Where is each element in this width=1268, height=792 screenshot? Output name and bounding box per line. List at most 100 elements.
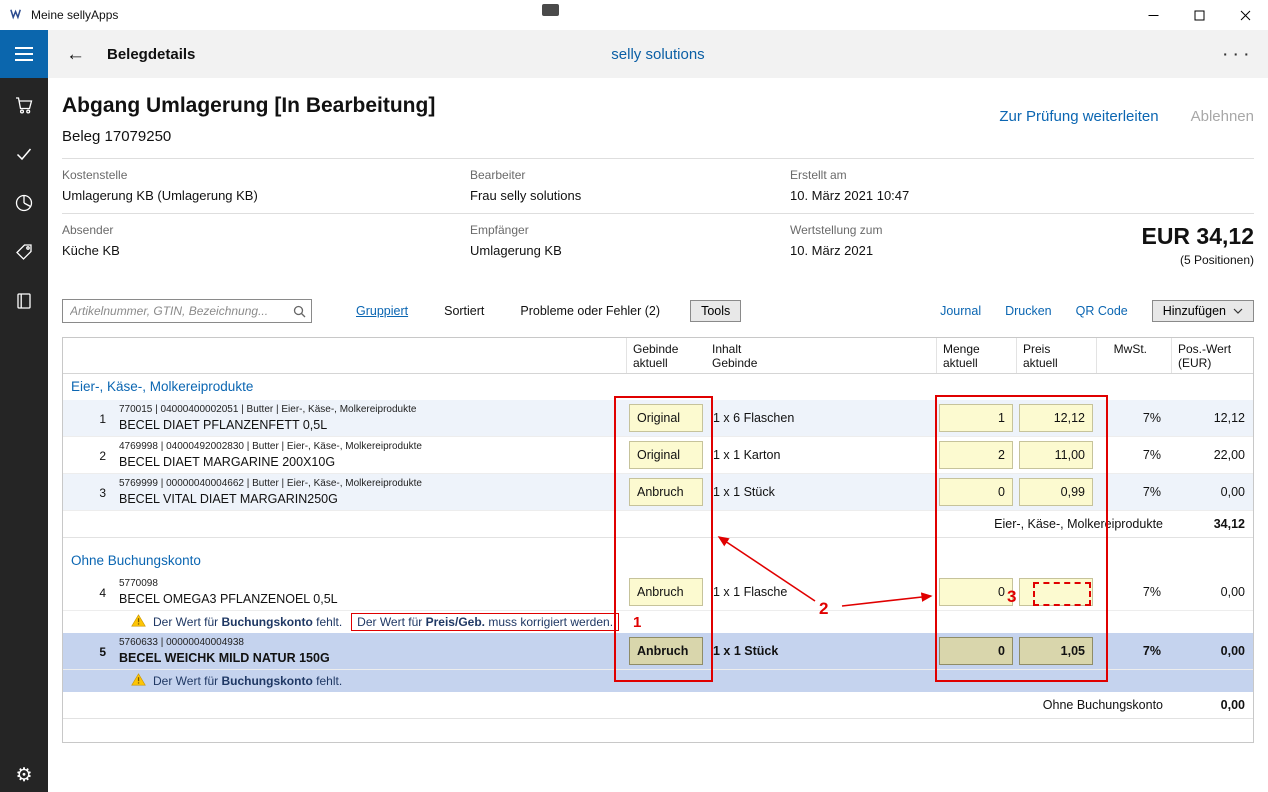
preis-cell: 1,05 bbox=[1016, 633, 1096, 669]
gebinde-cell: Anbruch bbox=[626, 574, 706, 610]
annotation-label-1: 1 bbox=[633, 614, 641, 631]
article-cell: 4769998 | 04000492002830 | Butter | Eier… bbox=[113, 437, 626, 473]
menge-field[interactable]: 0 bbox=[939, 478, 1013, 506]
article-name: BECEL WEICHK MILD NATUR 150G bbox=[119, 651, 626, 665]
col-header-wert: Pos.-Wert(EUR) bbox=[1171, 338, 1253, 373]
menge-field[interactable]: 0 bbox=[939, 578, 1013, 606]
warning-row: Der Wert für Buchungskonto fehlt. bbox=[63, 670, 1253, 692]
tag-icon bbox=[14, 242, 34, 262]
menge-field[interactable]: 1 bbox=[939, 404, 1013, 432]
article-cell: 5760633 | 00000040004938 BECEL WEICHK MI… bbox=[113, 633, 626, 669]
sidebar-item-statistics[interactable] bbox=[13, 192, 35, 214]
sidebar-item-prices[interactable] bbox=[13, 241, 35, 263]
row-number: 3 bbox=[63, 474, 113, 510]
article-name: BECEL OMEGA3 PFLANZENOEL 0,5L bbox=[119, 592, 626, 606]
subtotal-label: Ohne Buchungskonto bbox=[63, 698, 1171, 712]
col-header-preis: Preisaktuell bbox=[1016, 338, 1096, 373]
preis-cell bbox=[1016, 574, 1096, 610]
article-name: BECEL DIAET PFLANZENFETT 0,5L bbox=[119, 418, 626, 432]
col-header-gebinde: Gebindeaktuell bbox=[626, 338, 706, 373]
article-cell: 770015 | 04000400002051 | Butter | Eier-… bbox=[113, 400, 626, 436]
gebinde-field[interactable]: Anbruch bbox=[629, 478, 703, 506]
col-header-inhalt: InhaltGebinde bbox=[706, 338, 936, 373]
table-row[interactable]: 1 770015 | 04000400002051 | Butter | Eie… bbox=[63, 400, 1253, 437]
preis-field[interactable]: 0,99 bbox=[1019, 478, 1093, 506]
preis-field[interactable]: 12,12 bbox=[1019, 404, 1093, 432]
mwst-cell: 7% bbox=[1096, 633, 1171, 669]
inhalt-cell: 1 x 1 Flasche bbox=[706, 574, 936, 610]
sidebar-item-cart[interactable] bbox=[13, 94, 35, 116]
menge-cell: 0 bbox=[936, 474, 1016, 510]
positions-count: (5 Positionen) bbox=[1120, 253, 1254, 267]
qr-code-link[interactable]: QR Code bbox=[1076, 304, 1128, 318]
positions-table: Gebindeaktuell InhaltGebinde Mengeaktuel… bbox=[62, 337, 1254, 743]
more-options-button[interactable]: · · · bbox=[1223, 46, 1250, 62]
close-button[interactable] bbox=[1222, 0, 1268, 30]
info-absender: Absender Küche KB bbox=[62, 223, 470, 267]
preis-field[interactable]: 11,00 bbox=[1019, 441, 1093, 469]
warning-text-highlighted: Der Wert für Preis/Geb. muss korrigiert … bbox=[351, 613, 619, 631]
inhalt-cell: 1 x 1 Stück bbox=[706, 474, 936, 510]
maximize-button[interactable] bbox=[1176, 0, 1222, 30]
info-empfaenger: Empfänger Umlagerung KB bbox=[470, 223, 790, 267]
warning-icon bbox=[131, 614, 146, 630]
print-link[interactable]: Drucken bbox=[1005, 304, 1052, 318]
titlebar-center-icon bbox=[542, 4, 559, 16]
preis-field[interactable]: 1,05 bbox=[1019, 637, 1093, 665]
add-button[interactable]: Hinzufügen bbox=[1152, 300, 1254, 322]
table-row[interactable]: 3 5769999 | 00000040004662 | Butter | Ei… bbox=[63, 474, 1253, 511]
wert-cell: 0,00 bbox=[1171, 474, 1253, 510]
article-meta: 5770098 bbox=[119, 578, 626, 589]
gebinde-field[interactable]: Original bbox=[629, 441, 703, 469]
article-cell: 5770098 BECEL OMEGA3 PFLANZENOEL 0,5L bbox=[113, 574, 626, 610]
settings-button[interactable]: ⚙ bbox=[13, 770, 35, 792]
table-row-selected[interactable]: 5 5760633 | 00000040004938 BECEL WEICHK … bbox=[63, 633, 1253, 670]
problems-filter[interactable]: Probleme oder Fehler (2) bbox=[520, 304, 660, 318]
table-row[interactable]: 4 5770098 BECEL OMEGA3 PFLANZENOEL 0,5L … bbox=[63, 574, 1253, 611]
article-cell: 5769999 | 00000040004662 | Butter | Eier… bbox=[113, 474, 626, 510]
minimize-button[interactable] bbox=[1130, 0, 1176, 30]
gebinde-field[interactable]: Anbruch bbox=[629, 637, 703, 665]
back-button[interactable]: ← bbox=[66, 45, 85, 64]
search-input[interactable] bbox=[62, 299, 312, 323]
article-meta: 770015 | 04000400002051 | Butter | Eier-… bbox=[119, 404, 626, 415]
tools-button[interactable]: Tools bbox=[690, 300, 741, 322]
hamburger-icon bbox=[15, 47, 33, 49]
journal-link[interactable]: Journal bbox=[940, 304, 981, 318]
search-icon[interactable] bbox=[293, 305, 306, 321]
reject-link[interactable]: Ablehnen bbox=[1191, 108, 1254, 125]
sidebar-item-tasks[interactable] bbox=[13, 143, 35, 165]
article-name: BECEL DIAET MARGARINE 200X10G bbox=[119, 455, 626, 469]
table-row[interactable]: 2 4769998 | 04000492002830 | Butter | Ei… bbox=[63, 437, 1253, 474]
menge-field[interactable]: 2 bbox=[939, 441, 1013, 469]
document-number: Beleg 17079250 bbox=[62, 128, 1254, 146]
group-subtotal-row: Ohne Buchungskonto 0,00 bbox=[63, 692, 1253, 719]
preis-field[interactable] bbox=[1019, 578, 1093, 606]
menge-cell: 1 bbox=[936, 400, 1016, 436]
article-meta: 4769998 | 04000492002830 | Butter | Eier… bbox=[119, 441, 626, 452]
gebinde-field[interactable]: Anbruch bbox=[629, 578, 703, 606]
warning-icon bbox=[131, 673, 146, 689]
check-icon bbox=[14, 144, 34, 164]
wert-cell: 0,00 bbox=[1171, 574, 1253, 610]
wert-cell: 0,00 bbox=[1171, 633, 1253, 669]
sorted-toggle[interactable]: Sortiert bbox=[444, 304, 484, 318]
subtotal-value: 34,12 bbox=[1171, 517, 1253, 531]
menge-cell: 0 bbox=[936, 633, 1016, 669]
hamburger-menu-button[interactable] bbox=[0, 30, 48, 78]
article-meta: 5769999 | 00000040004662 | Butter | Eier… bbox=[119, 478, 626, 489]
gebinde-cell: Original bbox=[626, 437, 706, 473]
gebinde-field[interactable]: Original bbox=[629, 404, 703, 432]
mwst-cell: 7% bbox=[1096, 574, 1171, 610]
info-bearbeiter: Bearbeiter Frau selly solutions bbox=[470, 168, 790, 203]
row-number: 1 bbox=[63, 400, 113, 436]
forward-for-review-link[interactable]: Zur Prüfung weiterleiten bbox=[999, 108, 1158, 125]
menge-field[interactable]: 0 bbox=[939, 637, 1013, 665]
sidebar: ⚙ bbox=[0, 30, 48, 792]
gebinde-cell: Anbruch bbox=[626, 474, 706, 510]
gear-icon: ⚙ bbox=[15, 764, 32, 787]
grouped-toggle[interactable]: Gruppiert bbox=[356, 304, 408, 318]
app-name-label: selly solutions bbox=[48, 46, 1268, 63]
sidebar-item-journal[interactable] bbox=[13, 290, 35, 312]
wert-cell: 12,12 bbox=[1171, 400, 1253, 436]
